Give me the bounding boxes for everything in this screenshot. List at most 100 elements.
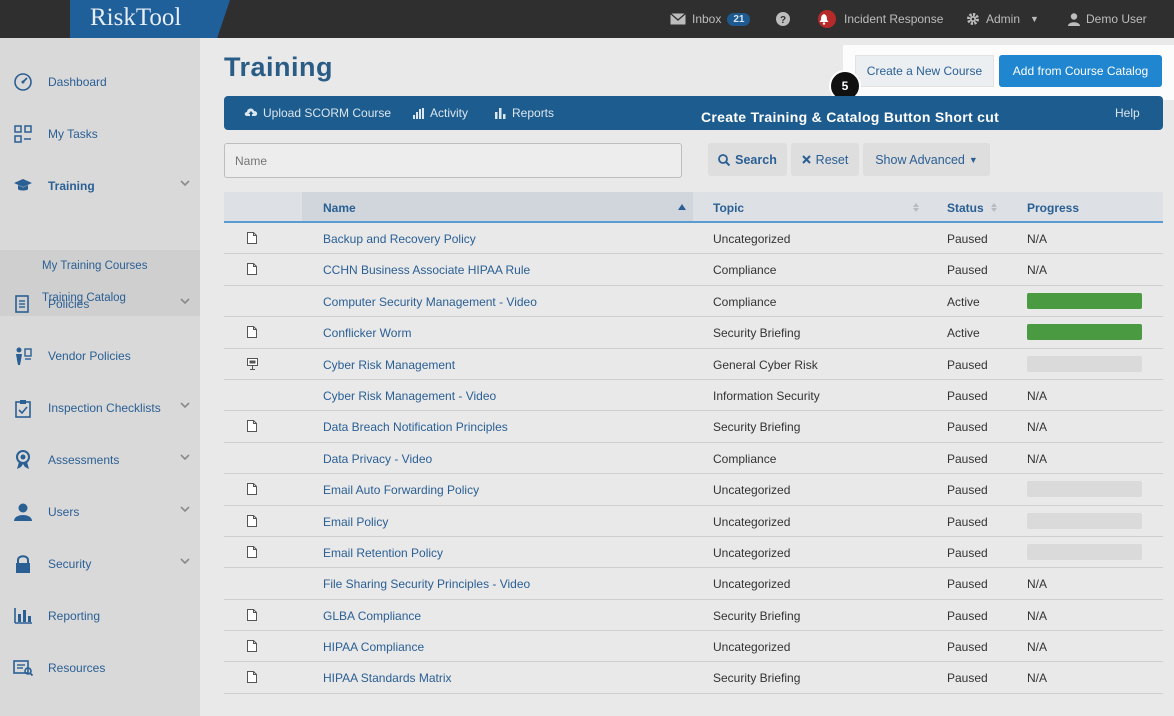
progress-bar [1027,512,1142,529]
sidebar-item-vendor-policies[interactable]: Vendor Policies [0,330,200,382]
course-status: Paused [947,545,988,560]
course-name-link[interactable]: Cyber Risk Management - Video [323,389,496,403]
resources-icon [13,658,33,678]
progress-fill [1027,324,1142,341]
incident-response-link[interactable]: Incident Response [818,0,943,38]
lock-icon [13,554,33,574]
course-name-link[interactable]: Backup and Recovery Policy [323,232,476,246]
course-topic: Security Briefing [713,671,801,686]
document-icon [247,232,257,247]
sidebar-item-inspection-checklists[interactable]: Inspection Checklists [0,382,200,434]
course-name-link[interactable]: Conflicker Worm [323,326,411,340]
sidebar-item-my-tasks[interactable]: My Tasks [0,108,200,160]
sidebar-item-reporting[interactable]: Reporting [0,590,200,642]
graduation-cap-icon [13,176,33,196]
course-topic: Security Briefing [713,326,801,341]
document-icon [247,608,257,624]
question-circle-icon: ? [776,12,790,26]
top-bar: RiskTool Inbox 21 ? Incident Response Ad… [0,0,1174,38]
sidebar-item-security[interactable]: Security [0,538,200,590]
column-header-progress[interactable]: Progress [1027,201,1079,215]
table-row[interactable]: Data Breach Notification Principles Secur… [224,411,1163,443]
course-name-link[interactable]: Email Auto Forwarding Policy [323,483,479,497]
course-name-link[interactable]: Computer Security Management - Video [323,295,537,309]
activity-button[interactable]: Activity [413,106,468,120]
reset-button[interactable]: Reset [791,143,859,176]
help-link[interactable]: ? [776,0,796,38]
course-topic: Uncategorized [713,514,791,529]
sort-ascending-icon[interactable] [678,204,686,210]
table-row[interactable]: Backup and Recovery Policy Uncategorized P… [224,223,1163,255]
table-row[interactable]: Cyber Risk Management General Cyber Risk P… [224,349,1163,380]
table-row[interactable]: Data Privacy - Video Compliance Paused N/A [224,443,1163,475]
chevron-down-icon [180,558,190,564]
course-name-link[interactable]: Data Breach Notification Principles [323,420,508,434]
bar-chart-icon [495,107,506,119]
upload-scorm-button[interactable]: Upload SCORM Course [244,106,391,120]
course-name-link[interactable]: GLBA Compliance [323,609,421,623]
course-status: Paused [947,232,988,246]
sidebar-item-assessments[interactable]: Assessments [0,434,200,486]
course-status: Active [947,294,980,309]
sort-icon[interactable] [913,203,919,212]
column-header-topic[interactable]: Topic [713,201,744,215]
chevron-down-icon [180,402,190,408]
column-header-name[interactable]: Name [323,201,356,215]
training-toolbar: Upload SCORM Course Activity Reports Cre… [224,96,1163,130]
vendor-users-icon [13,346,33,366]
course-name-link[interactable]: Email Retention Policy [323,546,443,560]
course-topic: Compliance [713,451,777,466]
risktool-logo[interactable]: RiskTool [70,0,230,38]
progress-bar [1027,543,1142,560]
course-status: Paused [947,514,988,529]
admin-menu[interactable]: Admin ▼ [966,0,1039,38]
course-topic: Information Security [713,388,820,403]
table-row[interactable]: File Sharing Security Principles - Video… [224,568,1163,600]
user-menu[interactable]: Demo User [1068,0,1147,38]
sort-icon[interactable] [991,203,997,212]
course-topic: Uncategorized [713,545,791,560]
table-row[interactable]: GLBA Compliance Security Briefing Paused N/… [224,600,1163,632]
course-name-link[interactable]: CCHN Business Associate HIPAA Rule [323,263,530,277]
award-icon [13,450,33,470]
inbox-link[interactable]: Inbox 21 [670,0,751,38]
close-icon [801,155,811,164]
table-row[interactable]: Conflicker Worm Security Briefing Active [224,317,1163,349]
name-search-input[interactable] [224,143,682,178]
course-name-link[interactable]: HIPAA Compliance [323,640,424,654]
course-status: Active [947,326,980,341]
column-header-status[interactable]: Status [947,201,984,215]
table-row[interactable]: CCHN Business Associate HIPAA Rule Compli… [224,254,1163,286]
add-from-catalog-button[interactable]: Add from Course Catalog [999,55,1162,87]
table-row[interactable]: Email Retention Policy Uncategorized Pause… [224,537,1163,569]
show-advanced-button[interactable]: Show Advanced ▼ [863,143,990,176]
course-progress: N/A [1027,420,1048,435]
sidebar-subitem-my-training-courses[interactable]: My Training Courses [42,260,147,272]
dashboard-icon [13,72,33,92]
course-progress: N/A [1027,263,1048,278]
table-row[interactable]: Email Auto Forwarding Policy Uncategorize… [224,474,1163,506]
sidebar-item-policies[interactable]: Policies [0,278,200,330]
course-topic: Uncategorized [713,232,791,246]
search-button[interactable]: Search [708,143,787,176]
course-name-link[interactable]: File Sharing Security Principles - Video [323,577,530,591]
table-row[interactable]: Email Policy Uncategorized Paused [224,506,1163,537]
table-row[interactable]: Computer Security Management - Video Comp… [224,286,1163,318]
table-row[interactable]: HIPAA Compliance Uncategorized Paused N/A [224,631,1163,663]
sidebar-item-users[interactable]: Users [0,486,200,538]
help-button[interactable]: Help [1115,106,1140,120]
course-name-link[interactable]: HIPAA Standards Matrix [323,671,452,685]
sidebar-item-training[interactable]: Training [0,160,200,212]
course-name-link[interactable]: Email Policy [323,515,388,529]
sidebar-item-resources[interactable]: Resources [0,642,200,694]
page-title: Training [224,52,334,82]
course-name-link[interactable]: Cyber Risk Management [323,358,455,372]
create-new-course-button[interactable]: Create a New Course [855,55,994,87]
reports-button[interactable]: Reports [495,106,554,120]
table-row[interactable]: HIPAA Standards Matrix Security Briefing P… [224,662,1163,694]
table-row[interactable]: Cyber Risk Management - Video Information… [224,380,1163,412]
sidebar-item-dashboard[interactable]: Dashboard [0,56,200,108]
envelope-icon [670,13,686,25]
activity-icon [413,107,424,119]
course-name-link[interactable]: Data Privacy - Video [323,452,432,466]
